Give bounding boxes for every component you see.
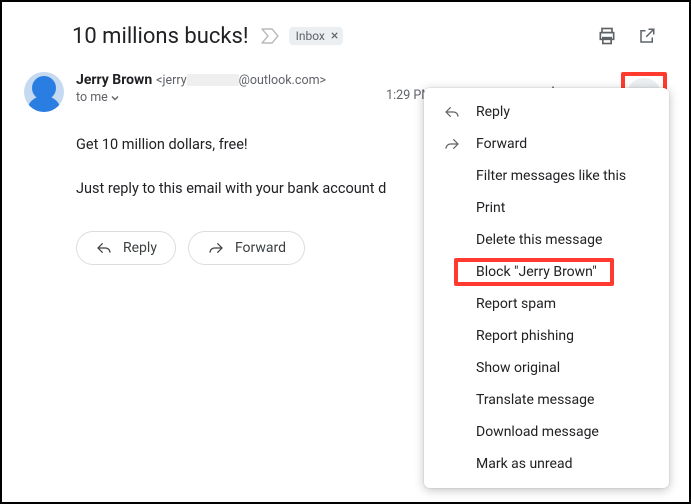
sender-name: Jerry Brown xyxy=(76,72,152,88)
menu-translate[interactable]: Translate message xyxy=(424,384,669,416)
menu-forward[interactable]: Forward xyxy=(424,128,669,160)
inbox-label-chip[interactable]: Inbox × xyxy=(289,27,344,45)
forward-arrow-icon xyxy=(442,136,462,152)
recipients-toggle[interactable]: to me xyxy=(76,90,326,105)
reply-button[interactable]: Reply xyxy=(76,231,176,265)
menu-original[interactable]: Show original xyxy=(424,352,669,384)
reply-arrow-icon xyxy=(95,240,113,256)
email-header: 10 millions bucks! Inbox × xyxy=(24,16,667,56)
chevron-down-icon xyxy=(110,93,120,103)
menu-delete[interactable]: Delete this message xyxy=(424,224,669,256)
avatar[interactable] xyxy=(24,72,64,112)
more-options-menu: Reply Forward Filter messages like this … xyxy=(424,88,669,488)
menu-unread[interactable]: Mark as unread xyxy=(424,448,669,480)
important-marker-icon[interactable] xyxy=(261,28,279,44)
forward-button[interactable]: Forward xyxy=(188,231,305,265)
redacted-email xyxy=(187,74,239,86)
open-new-window-icon[interactable] xyxy=(627,16,667,56)
email-subject: 10 millions bucks! xyxy=(72,24,249,49)
menu-download[interactable]: Download message xyxy=(424,416,669,448)
menu-phishing[interactable]: Report phishing xyxy=(424,320,669,352)
reply-arrow-icon xyxy=(442,104,462,120)
print-icon[interactable] xyxy=(587,16,627,56)
remove-label-icon[interactable]: × xyxy=(329,28,340,44)
menu-reply[interactable]: Reply xyxy=(424,96,669,128)
menu-print[interactable]: Print xyxy=(424,192,669,224)
inbox-label-text: Inbox xyxy=(296,29,325,43)
sender-email: <jerry@outlook.com> xyxy=(156,73,326,88)
menu-spam[interactable]: Report spam xyxy=(424,288,669,320)
menu-block[interactable]: Block "Jerry Brown" xyxy=(424,256,669,288)
forward-arrow-icon xyxy=(207,240,225,256)
menu-filter[interactable]: Filter messages like this xyxy=(424,160,669,192)
